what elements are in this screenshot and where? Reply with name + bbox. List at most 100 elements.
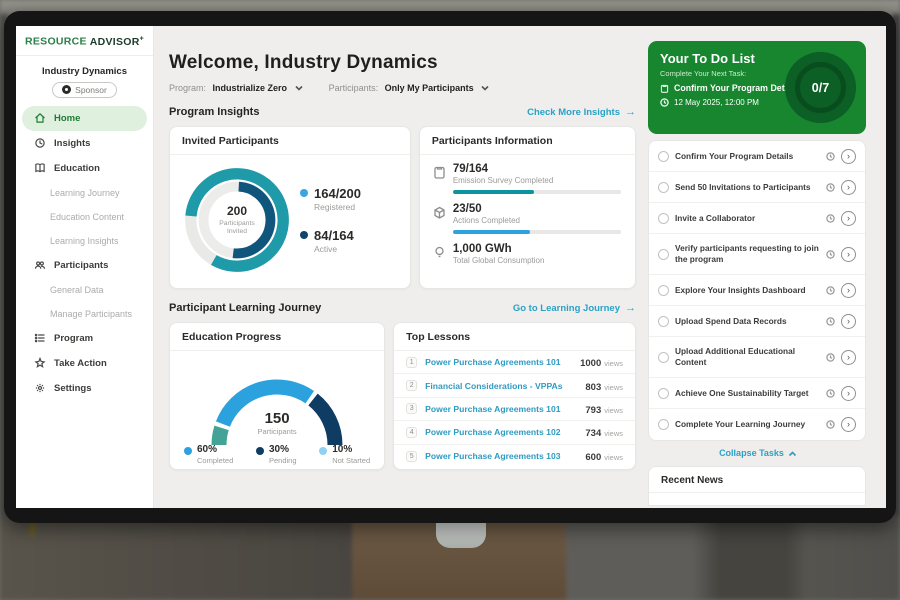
todo-next-task: Confirm Your Program Details xyxy=(674,83,799,93)
task-checkbox[interactable] xyxy=(658,316,669,327)
collapse-tasks-link[interactable]: Collapse Tasks xyxy=(648,448,868,458)
task-checkbox[interactable] xyxy=(658,352,669,363)
todo-panel: Your To Do List Complete Your Next Task:… xyxy=(648,26,868,508)
participants-filter-label: Participants: xyxy=(329,83,379,93)
survey-icon xyxy=(434,166,445,179)
sidebar-item-label: Participants xyxy=(54,260,108,271)
home-icon xyxy=(34,112,46,124)
invited-participants-donut-chart: 200 Participants Invited xyxy=(178,161,296,279)
sidebar-item-education-content[interactable]: Education Content xyxy=(16,205,153,229)
sidebar-item-general-data[interactable]: General Data xyxy=(16,278,153,302)
clock-icon xyxy=(826,250,835,259)
program-filter-label: Program: xyxy=(169,83,206,93)
clock-icon xyxy=(826,317,835,326)
lesson-link[interactable]: Power Purchase Agreements 102 xyxy=(425,427,577,437)
task-go-button[interactable]: › xyxy=(841,149,856,164)
sponsor-icon xyxy=(62,85,71,94)
sidebar-item-participants[interactable]: Participants xyxy=(22,253,147,278)
invited-participants-card: Invited Participants 200 Participants In… xyxy=(169,126,411,289)
task-go-button[interactable]: › xyxy=(841,283,856,298)
actions-icon xyxy=(434,206,445,219)
task-checkbox[interactable] xyxy=(658,182,669,193)
recent-news-card: Recent News xyxy=(648,466,866,506)
lesson-link[interactable]: Power Purchase Agreements 101 xyxy=(425,404,577,414)
card-title: Participants Information xyxy=(420,127,635,155)
clock-icon xyxy=(826,152,835,161)
gauge-center-value: 150 xyxy=(192,410,362,427)
participants-filter-value: Only My Participants xyxy=(385,83,474,93)
active-dot xyxy=(300,231,308,239)
clock-icon xyxy=(826,183,835,192)
chevron-down-icon xyxy=(481,83,489,93)
program-filter[interactable]: Program: Industrialize Zero xyxy=(169,83,303,93)
main-content: Welcome, Industry Dynamics Program: Indu… xyxy=(155,26,648,508)
task-checkbox[interactable] xyxy=(658,419,669,430)
emission-survey-progress xyxy=(453,190,621,194)
sidebar-item-manage-participants[interactable]: Manage Participants xyxy=(16,302,153,326)
org-name: Industry Dynamics xyxy=(16,66,153,77)
sidebar-item-take-action[interactable]: Take Action xyxy=(22,351,147,376)
monitor-bezel: RESOURCE ADVISOR+ Industry Dynamics Spon… xyxy=(4,11,896,523)
bulb-icon xyxy=(434,246,445,259)
top-lessons-card: Top Lessons 1 Power Purchase Agreements … xyxy=(393,322,636,470)
task-row: Invite a Collaborator › xyxy=(649,203,865,234)
task-go-button[interactable]: › xyxy=(841,350,856,365)
arrow-right-icon: → xyxy=(625,302,636,314)
lesson-row: 1 Power Purchase Agreements 101 1000view… xyxy=(394,351,635,374)
task-go-button[interactable]: › xyxy=(841,386,856,401)
participants-filter[interactable]: Participants: Only My Participants xyxy=(329,83,490,93)
dashboard-screen: RESOURCE ADVISOR+ Industry Dynamics Spon… xyxy=(16,26,886,508)
task-row: Confirm Your Program Details › xyxy=(649,141,865,172)
lesson-link[interactable]: Power Purchase Agreements 103 xyxy=(425,451,577,461)
section-title-learning-journey: Participant Learning Journey xyxy=(169,302,321,314)
task-checkbox[interactable] xyxy=(658,285,669,296)
check-more-insights-link[interactable]: Check More Insights → xyxy=(527,106,636,118)
lesson-row: 5 Power Purchase Agreements 103 600views xyxy=(394,445,635,468)
metric-actions-completed: 23/50 Actions Completed xyxy=(434,203,621,234)
task-row: Send 50 Invitations to Participants › xyxy=(649,172,865,203)
lesson-link[interactable]: Financial Considerations - VPPAs xyxy=(425,381,577,391)
sidebar-item-settings[interactable]: Settings xyxy=(22,376,147,401)
task-go-button[interactable]: › xyxy=(841,417,856,432)
lesson-link[interactable]: Power Purchase Agreements 101 xyxy=(425,357,572,367)
task-checkbox[interactable] xyxy=(658,213,669,224)
completed-dot xyxy=(184,447,192,455)
task-go-button[interactable]: › xyxy=(841,180,856,195)
sidebar-item-program[interactable]: Program xyxy=(22,326,147,351)
task-checkbox[interactable] xyxy=(658,388,669,399)
task-row: Explore Your Insights Dashboard › xyxy=(649,275,865,306)
sidebar-item-label: Take Action xyxy=(54,358,107,369)
arrow-right-icon: → xyxy=(625,106,636,118)
donut-center-label: Participants Invited xyxy=(211,220,263,237)
sidebar-item-learning-insights[interactable]: Learning Insights xyxy=(16,229,153,253)
actions-progress xyxy=(453,230,621,234)
sidebar-item-learning-journey[interactable]: Learning Journey xyxy=(16,181,153,205)
task-checkbox[interactable] xyxy=(658,249,669,260)
sidebar-item-label: Education xyxy=(54,163,100,174)
todo-due-date: 12 May 2025, 12:00 PM xyxy=(674,98,759,107)
task-row: Verify participants requesting to join t… xyxy=(649,234,865,275)
lesson-row: 4 Power Purchase Agreements 102 734views xyxy=(394,421,635,444)
participants-icon xyxy=(34,259,46,271)
program-filter-value: Industrialize Zero xyxy=(213,83,288,93)
list-icon xyxy=(34,332,46,344)
page-title: Welcome, Industry Dynamics xyxy=(169,52,636,74)
task-go-button[interactable]: › xyxy=(841,314,856,329)
sidebar-item-education[interactable]: Education xyxy=(22,156,147,181)
gear-icon xyxy=(34,382,46,394)
sidebar-item-insights[interactable]: Insights xyxy=(22,131,147,156)
task-checkbox[interactable] xyxy=(658,151,669,162)
sidebar-item-home[interactable]: Home xyxy=(22,106,147,131)
sponsor-badge[interactable]: Sponsor xyxy=(52,82,117,98)
take-action-icon xyxy=(34,357,46,369)
sidebar-item-label: Program xyxy=(54,333,93,344)
task-go-button[interactable]: › xyxy=(841,211,856,226)
brand-secondary: ADVISOR+ xyxy=(90,36,144,48)
task-row: Achieve One Sustainability Target › xyxy=(649,378,865,409)
card-title: Education Progress xyxy=(170,323,384,351)
lesson-row: 2 Financial Considerations - VPPAs 803vi… xyxy=(394,374,635,397)
book-icon xyxy=(34,162,46,174)
task-go-button[interactable]: › xyxy=(841,247,856,262)
brand-plus: + xyxy=(140,35,144,42)
go-to-learning-journey-link[interactable]: Go to Learning Journey → xyxy=(513,302,636,314)
